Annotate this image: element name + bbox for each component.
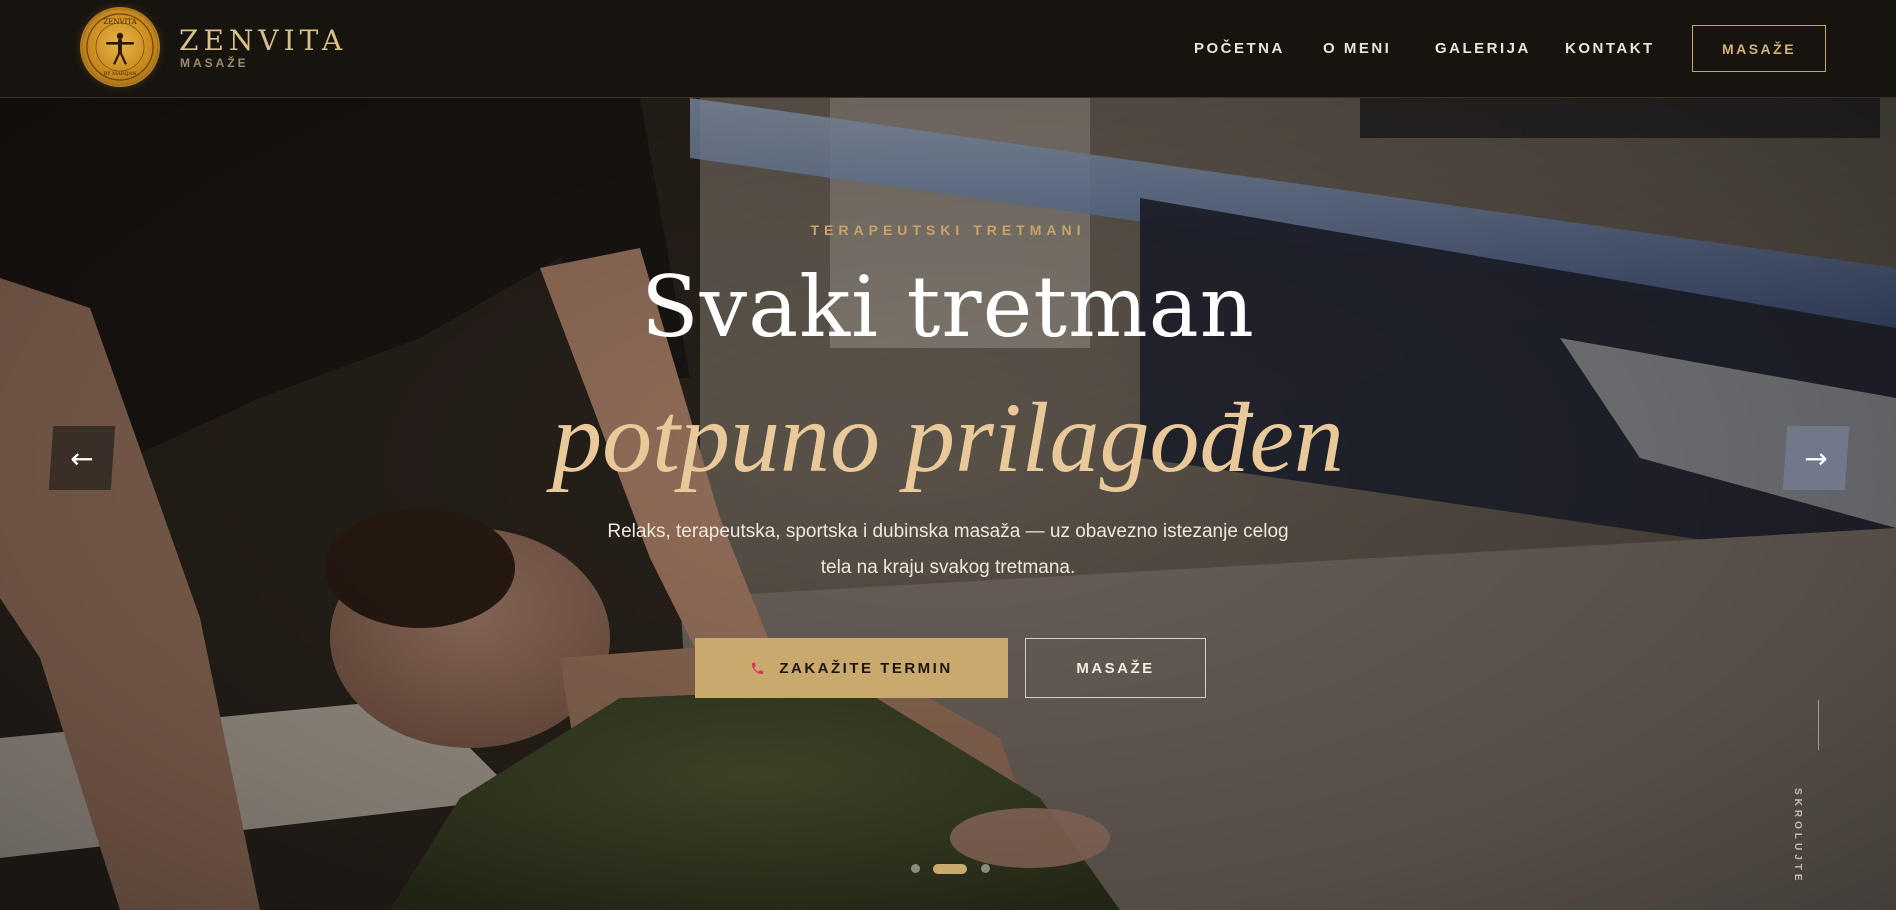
brand-name: ZENVITA [179,24,348,57]
svg-text:BY MARIJAN: BY MARIJAN [104,71,138,77]
slider-dot-2[interactable] [933,864,967,874]
svg-text:ZENVITA: ZENVITA [103,18,137,26]
logo-emblem-icon: ZENVITA BY MARIJAN [86,13,154,81]
hero-headline-line1: Svaki tretman [641,258,1255,356]
slider-dot-3[interactable] [981,864,990,873]
site-header: ZENVITA BY MARIJAN ZENVITA MASAŽE POČETN… [0,0,1896,98]
hero-eyebrow: TERAPEUTSKI TRETMANI [810,222,1086,238]
nav-link-pocetna[interactable]: POČETNA [1194,40,1285,57]
hero-overlay [0,98,1896,910]
slider-dot-1[interactable] [911,864,920,873]
nav-link-kontakt[interactable]: KONTAKT [1565,40,1655,57]
book-appointment-label: ZAKAŽITE TERMIN [779,659,953,677]
scroll-indicator-line [1818,700,1819,750]
hero-description: Relaks, terapeutska, sportska i dubinska… [607,521,1289,578]
nav-link-galerija[interactable]: GALERIJA [1435,40,1531,57]
arrow-right-icon: → [1803,441,1829,475]
brand-subtitle: MASAŽE [180,56,249,70]
phone-icon [752,662,764,674]
book-appointment-button[interactable]: ZAKAŽITE TERMIN [695,638,1008,698]
slider-prev-button[interactable]: ← [48,426,116,490]
slider-next-button[interactable]: → [1782,426,1850,490]
hero-slider: TERAPEUTSKI TRETMANI Svaki tretman potpu… [0,98,1896,910]
nav-masaze-button[interactable]: MASAŽE [1692,25,1826,72]
hero-headline-line2: potpuno prilagođen [552,382,1344,493]
arrow-left-icon: ← [69,441,95,475]
zenvita-logo[interactable]: ZENVITA BY MARIJAN [82,9,158,85]
hero-masaze-button[interactable]: MASAŽE [1025,638,1206,698]
scroll-indicator-label[interactable]: SKROLUJTE [1789,788,1803,888]
nav-link-o-meni[interactable]: O MENI [1323,40,1391,57]
